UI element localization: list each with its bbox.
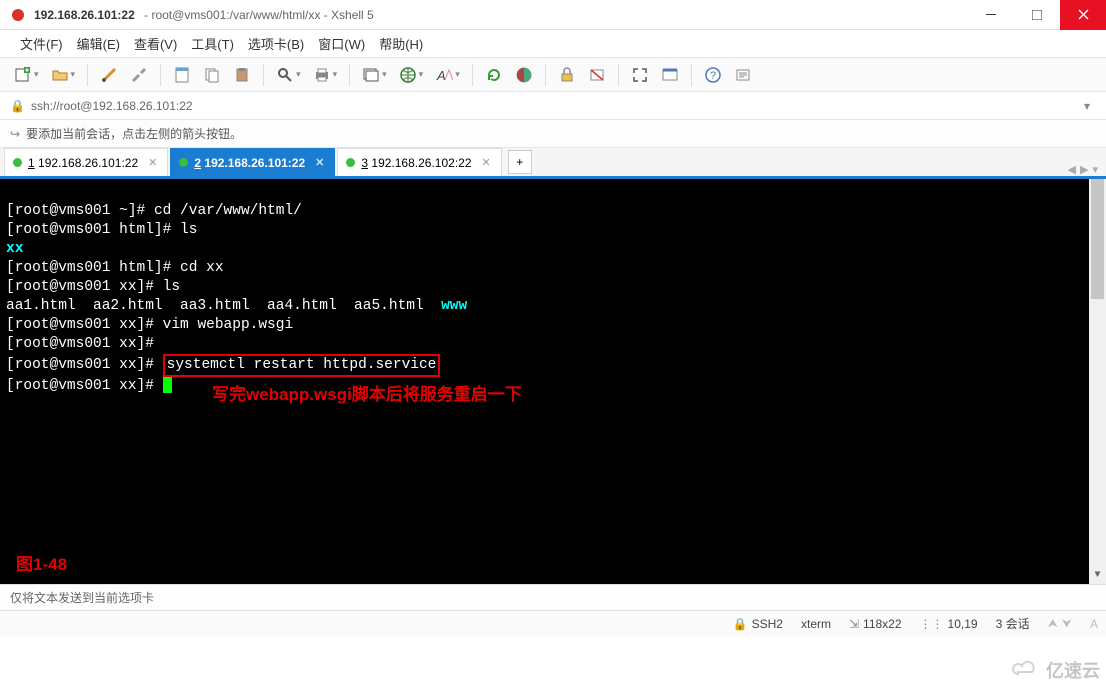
print-button[interactable]: ▾ <box>309 62 342 88</box>
cursor-icon <box>163 377 172 393</box>
lock-button[interactable] <box>554 62 580 88</box>
app-icon <box>10 7 26 23</box>
tab-close-icon[interactable]: ✕ <box>148 156 157 169</box>
maximize-button[interactable] <box>1014 0 1060 30</box>
size-icon: ⇲ <box>849 617 859 631</box>
connect-button[interactable] <box>96 62 122 88</box>
fullscreen-button[interactable] <box>627 62 653 88</box>
term-size: 118x22 <box>863 617 901 631</box>
hide-button[interactable] <box>584 62 610 88</box>
scroll-down-icon[interactable]: ▼ <box>1089 567 1106 584</box>
tab-close-icon[interactable]: ✕ <box>315 156 324 169</box>
address-dropdown[interactable]: ▾ <box>1078 99 1096 113</box>
window-host: 192.168.26.101:22 <box>34 8 135 22</box>
session-tab-2[interactable]: 2 192.168.26.101:22 ✕ <box>170 148 335 176</box>
sessions-button[interactable]: ▾ <box>358 62 391 88</box>
nav-up-icon[interactable]: ⮝ <box>1048 616 1058 631</box>
figure-label: 图1-48 <box>16 555 67 574</box>
close-button[interactable] <box>1060 0 1106 30</box>
tabstrip: 1 192.168.26.101:22 ✕ 2 192.168.26.101:2… <box>0 148 1106 179</box>
cursor-pos: 10,19 <box>948 617 978 631</box>
menu-edit[interactable]: 编辑(E) <box>71 30 126 57</box>
color-button[interactable] <box>511 62 537 88</box>
term-type: xterm <box>801 617 831 631</box>
tab-next-icon[interactable]: ▶ <box>1080 163 1088 176</box>
svg-text:A: A <box>436 68 446 83</box>
compose-button[interactable] <box>730 62 756 88</box>
address-text: ssh://root@192.168.26.101:22 <box>31 99 193 113</box>
session-count: 3 会话 <box>996 615 1030 632</box>
add-tab-button[interactable]: + <box>508 150 532 174</box>
font-button[interactable]: A▾ <box>431 62 464 88</box>
terminal[interactable]: [root@vms001 ~]# cd /var/www/html/ [root… <box>0 179 1106 584</box>
session-tab-3[interactable]: 3 192.168.26.102:22 ✕ <box>337 148 501 176</box>
tab-close-icon[interactable]: ✕ <box>482 156 491 169</box>
ssh-icon: 🔒 <box>733 617 748 631</box>
help-button[interactable]: ? <box>700 62 726 88</box>
status-dot-icon <box>13 158 22 167</box>
refresh-button[interactable] <box>481 62 507 88</box>
compose-bar[interactable]: 仅将文本发送到当前选项卡 <box>0 584 1106 610</box>
find-button[interactable]: ▾ <box>272 62 305 88</box>
lock-icon: 🔒 <box>10 99 25 113</box>
terminal-scrollbar[interactable]: ▲ ▼ <box>1089 179 1106 584</box>
svg-text:?: ? <box>710 70 716 82</box>
window-app: Xshell 5 <box>331 8 374 22</box>
compose-text: 仅将文本发送到当前选项卡 <box>10 589 154 606</box>
menu-help[interactable]: 帮助(H) <box>373 30 429 57</box>
disconnect-button[interactable] <box>126 62 152 88</box>
cursor-pos-icon: ⋮⋮ <box>920 617 944 631</box>
transparency-button[interactable] <box>657 62 683 88</box>
annotation-text: 写完webapp.wsgi脚本后将服务重启一下 <box>212 385 522 404</box>
copy-button[interactable] <box>199 62 225 88</box>
titlebar: 192.168.26.101:22 - root@vms001:/var/www… <box>0 0 1106 30</box>
paste-button[interactable] <box>229 62 255 88</box>
toolbar: ▾ ▾ ▾ ▾ ▾ ▾ A▾ ? <box>0 58 1106 92</box>
language-button[interactable]: ▾ <box>395 62 428 88</box>
status-dot-icon <box>179 158 188 167</box>
new-session-button[interactable]: ▾ <box>10 62 43 88</box>
session-tab-1[interactable]: 1 192.168.26.101:22 ✕ <box>4 148 168 176</box>
scroll-thumb[interactable] <box>1091 179 1104 299</box>
tab-prev-icon[interactable]: ◀ <box>1068 163 1076 176</box>
window-path: root@vms001:/var/www/html/xx <box>151 8 320 22</box>
nav-down-icon[interactable]: ⮟ <box>1062 616 1072 631</box>
menu-window[interactable]: 窗口(W) <box>312 30 371 57</box>
minimize-button[interactable] <box>968 0 1014 30</box>
addressbar[interactable]: 🔒 ssh://root@192.168.26.101:22 ▾ <box>0 92 1106 120</box>
statusbar: 🔒 SSH2 xterm ⇲ 118x22 ⋮⋮ 10,19 3 会话 ⮝ ⮟ A <box>0 610 1106 636</box>
hintbar: ↪ 要添加当前会话，点击左侧的箭头按钮。 <box>0 120 1106 148</box>
menu-tabs[interactable]: 选项卡(B) <box>242 30 310 57</box>
menubar: 文件(F) 编辑(E) 查看(V) 工具(T) 选项卡(B) 窗口(W) 帮助(… <box>0 30 1106 58</box>
status-dot-icon <box>346 158 355 167</box>
add-session-icon[interactable]: ↪ <box>10 127 20 141</box>
menu-view[interactable]: 查看(V) <box>128 30 183 57</box>
tab-list-icon[interactable]: ▾ <box>1092 163 1098 176</box>
menu-file[interactable]: 文件(F) <box>14 30 69 57</box>
highlighted-command: systemctl restart httpd.service <box>163 354 441 377</box>
menu-tools[interactable]: 工具(T) <box>185 30 240 57</box>
protocol: SSH2 <box>752 617 783 631</box>
watermark: 亿速云 <box>1010 657 1100 683</box>
open-button[interactable]: ▾ <box>47 62 80 88</box>
properties-button[interactable] <box>169 62 195 88</box>
caps-indicator: A <box>1090 617 1098 631</box>
hint-text: 要添加当前会话，点击左侧的箭头按钮。 <box>26 125 242 142</box>
